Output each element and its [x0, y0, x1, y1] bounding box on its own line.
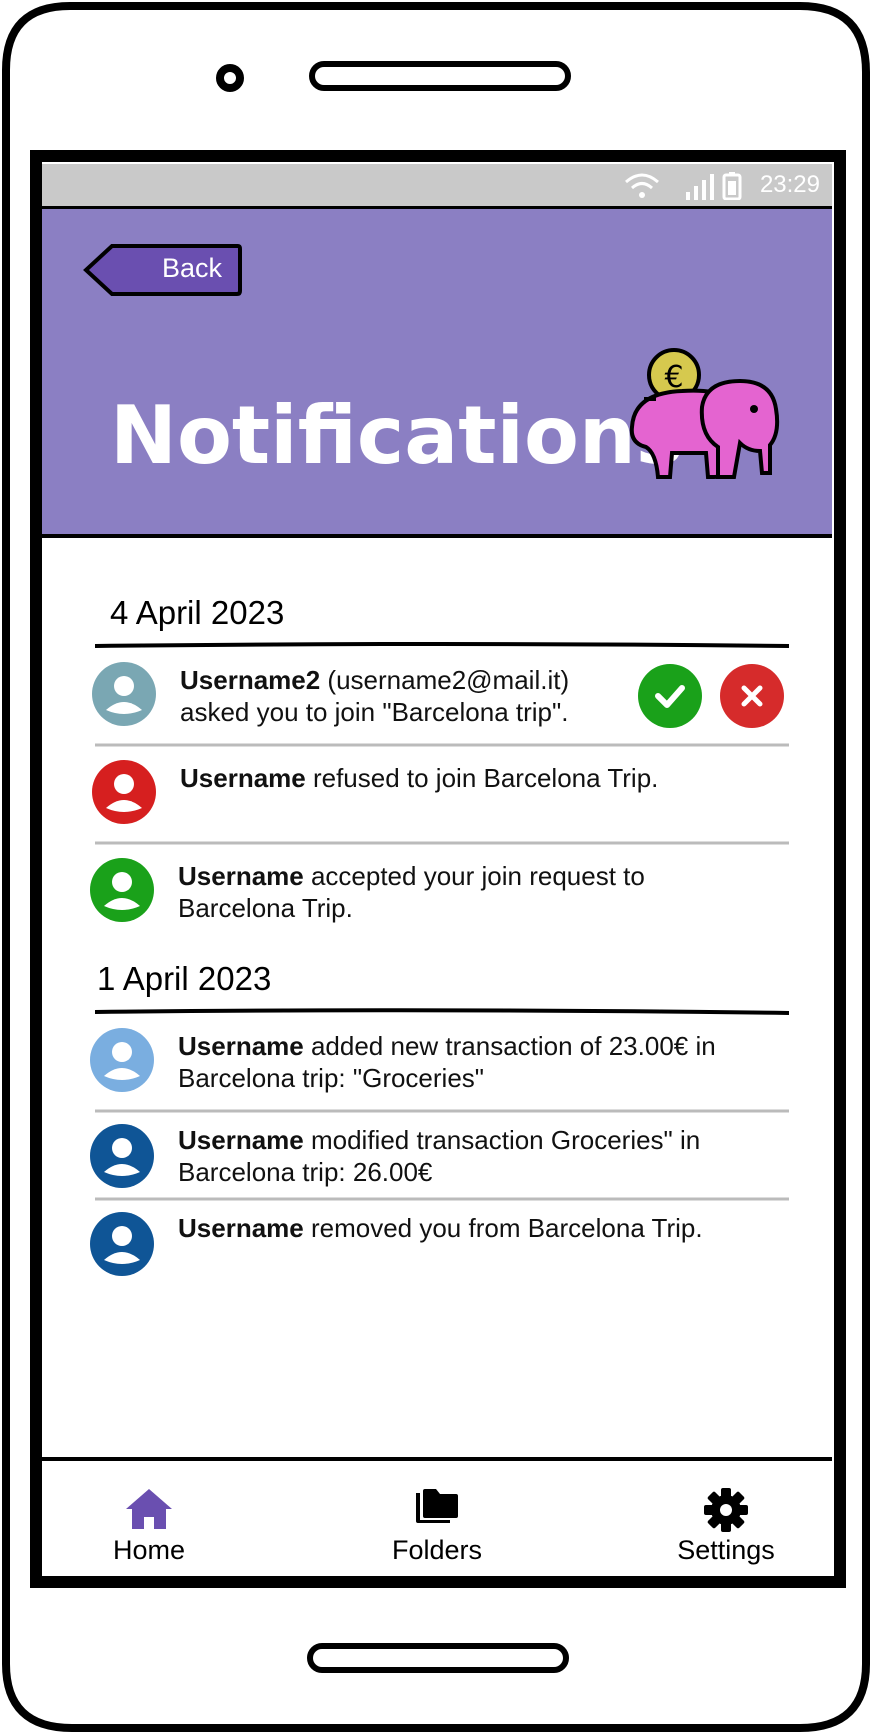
notification-item: Username removed you from Barcelona Trip… [90, 1210, 792, 1282]
notification-user: Username2 [180, 665, 321, 695]
notification-text: Username added new transaction of 23.00€… [178, 1030, 788, 1094]
header: Back Notifications € [42, 206, 832, 538]
notification-user: Username [178, 1031, 304, 1061]
tab-settings-label: Settings [677, 1535, 775, 1565]
checkmark-icon [655, 685, 685, 708]
piggy-bank-elephant-icon: € [629, 348, 780, 479]
avatar [90, 858, 154, 922]
avatar [92, 662, 156, 726]
tab-folders-label: Folders [391, 1535, 483, 1565]
avatar [90, 1028, 154, 1092]
close-icon [741, 685, 763, 707]
tab-home[interactable]: Home [59, 1461, 239, 1574]
signal-icon [686, 174, 714, 200]
notification-message: modified transaction Groceries" in [303, 1125, 701, 1155]
wifi-icon [625, 173, 659, 198]
notification-text: Username removed you from Barcelona Trip… [178, 1212, 788, 1244]
notification-text: Username refused to join Barcelona Trip. [180, 762, 780, 794]
notification-text: Username modified transaction Groceries"… [178, 1124, 788, 1188]
tab-home-label: Home [112, 1535, 186, 1565]
notification-user: Username [180, 763, 306, 793]
notification-user: Username [178, 1213, 304, 1243]
page-title: Notifications [110, 389, 684, 482]
battery-icon [722, 172, 742, 200]
avatar [90, 1212, 154, 1276]
section-divider [95, 642, 789, 648]
notification-message: (username2@mail.it) [320, 665, 570, 695]
notification-item: Username modified transaction Groceries"… [90, 1122, 792, 1194]
notification-message-line2: asked you to join "Barcelona trip". [180, 697, 569, 727]
tab-folders[interactable]: Folders [347, 1461, 527, 1574]
screen: 23:29 Back Notifications € 4 April 2023 [42, 164, 832, 1574]
notification-item: Username refused to join Barcelona Trip. [92, 760, 792, 832]
home-icon [126, 1489, 172, 1529]
status-time: 23:29 [759, 171, 820, 198]
notification-item: Username added new transaction of 23.00€… [90, 1028, 792, 1100]
accept-button[interactable] [638, 664, 702, 728]
notification-message-line2: Barcelona trip: 26.00€ [178, 1157, 433, 1187]
gear-icon [704, 1488, 748, 1532]
notification-message-line2: Barcelona trip: "Groceries" [178, 1063, 485, 1093]
item-divider [95, 743, 789, 747]
item-divider [95, 841, 789, 845]
decline-button[interactable] [720, 664, 784, 728]
back-label: Back [162, 253, 223, 283]
date-heading: 4 April 2023 [110, 594, 285, 631]
folder-icon [416, 1489, 458, 1523]
back-button[interactable]: Back [82, 243, 242, 297]
bottom-tab-bar: Home Folders Settings [42, 1457, 832, 1574]
avatar [92, 760, 156, 824]
item-divider [95, 1109, 789, 1113]
notification-message: accepted your join request to [303, 861, 645, 891]
notification-message: added new transaction of 23.00€ in [303, 1031, 716, 1061]
tab-settings[interactable]: Settings [636, 1461, 816, 1574]
notification-message: removed you from Barcelona Trip. [303, 1213, 703, 1243]
notification-item: Username accepted your join request to B… [90, 858, 792, 930]
notification-user: Username [178, 861, 304, 891]
item-divider [95, 1197, 789, 1201]
avatar [90, 1124, 154, 1188]
status-bar: 23:29 [42, 164, 832, 206]
notification-message-line2: Barcelona Trip. [178, 893, 353, 923]
notification-message: refused to join Barcelona Trip. [305, 763, 659, 793]
notification-item: Username2 (username2@mail.it) asked you … [92, 662, 792, 734]
notification-user: Username [178, 1125, 304, 1155]
section-divider [95, 1008, 789, 1015]
date-heading: 1 April 2023 [97, 960, 272, 997]
notification-text: Username accepted your join request to B… [178, 860, 778, 924]
